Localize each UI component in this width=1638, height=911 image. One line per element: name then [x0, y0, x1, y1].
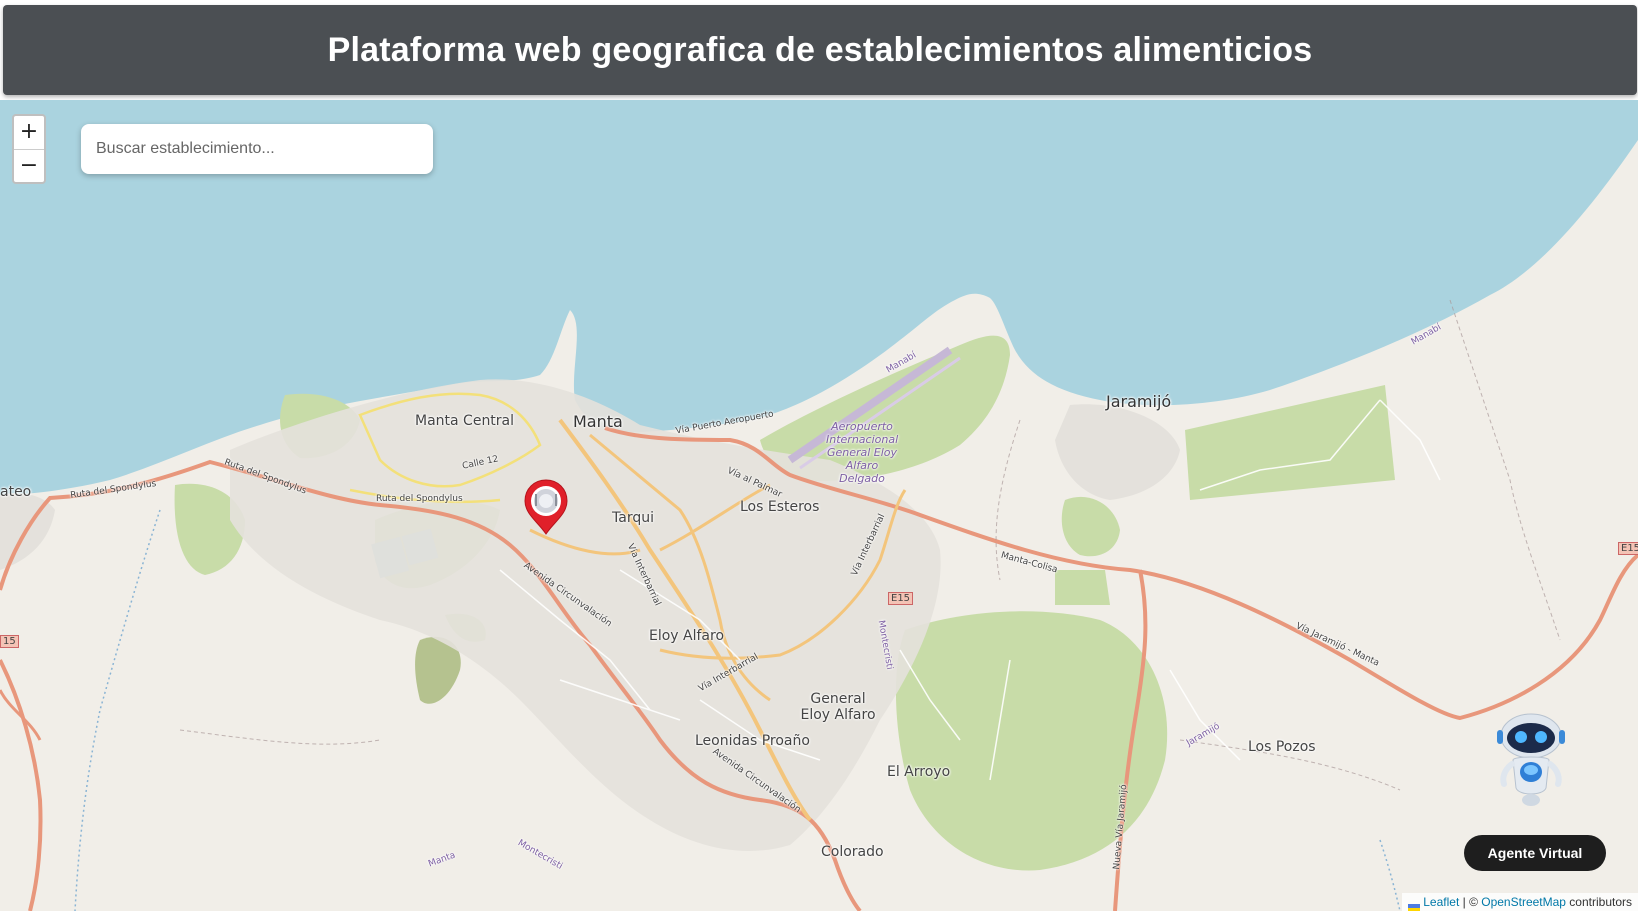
- search-input[interactable]: [81, 124, 433, 174]
- place-label-los-esteros: Los Esteros: [740, 499, 820, 515]
- zoom-in-button[interactable]: +: [14, 116, 44, 150]
- place-label-airport: Aeropuerto Internacional General Eloy Al…: [826, 420, 899, 485]
- page-title: Plataforma web geografica de establecimi…: [327, 30, 1313, 69]
- restaurant-pin-icon[interactable]: [522, 478, 570, 536]
- road-shield-e15-left: 15: [0, 635, 19, 648]
- place-label-jaramijo: Jaramijó: [1106, 392, 1172, 411]
- road-label-ruta-spondylus-3: Ruta del Spondylus: [376, 494, 463, 504]
- attribution-contributors: contributors: [1565, 895, 1632, 909]
- place-label-los-pozos: Los Pozos: [1248, 739, 1316, 755]
- place-label-el-arroyo: El Arroyo: [887, 764, 951, 780]
- map-attribution: Leaflet | © OpenStreetMap contributors: [1402, 893, 1638, 911]
- place-label-san-mateo: ateo: [0, 484, 32, 500]
- attribution-separator: | ©: [1459, 895, 1482, 909]
- road-shield-e15-right: E15: [1618, 542, 1638, 555]
- place-label-eloy-alfaro: Eloy Alfaro: [649, 628, 725, 644]
- place-label-tarqui: Tarqui: [612, 510, 654, 526]
- app-header: Plataforma web geografica de establecimi…: [3, 5, 1637, 95]
- place-label-leonidas-proano: Leonidas Proaño: [695, 733, 810, 749]
- robot-icon[interactable]: [1488, 710, 1574, 810]
- place-label-general-eloy-alfaro: General Eloy Alfaro: [800, 691, 876, 723]
- map-container[interactable]: Manta Central Manta Tarqui Los Esteros E…: [0, 100, 1638, 911]
- place-label-colorado: Colorado: [821, 844, 884, 860]
- place-label-manta: Manta: [573, 412, 623, 431]
- openstreetmap-link[interactable]: OpenStreetMap: [1481, 895, 1566, 909]
- place-label-manta-central: Manta Central: [415, 413, 515, 429]
- zoom-out-button[interactable]: −: [14, 150, 44, 182]
- virtual-agent-button[interactable]: Agente Virtual: [1464, 835, 1606, 871]
- ukraine-flag-icon: [1408, 899, 1421, 911]
- zoom-control: + −: [12, 114, 46, 184]
- road-shield-e15-center: E15: [888, 592, 914, 605]
- leaflet-link[interactable]: Leaflet: [1423, 895, 1459, 909]
